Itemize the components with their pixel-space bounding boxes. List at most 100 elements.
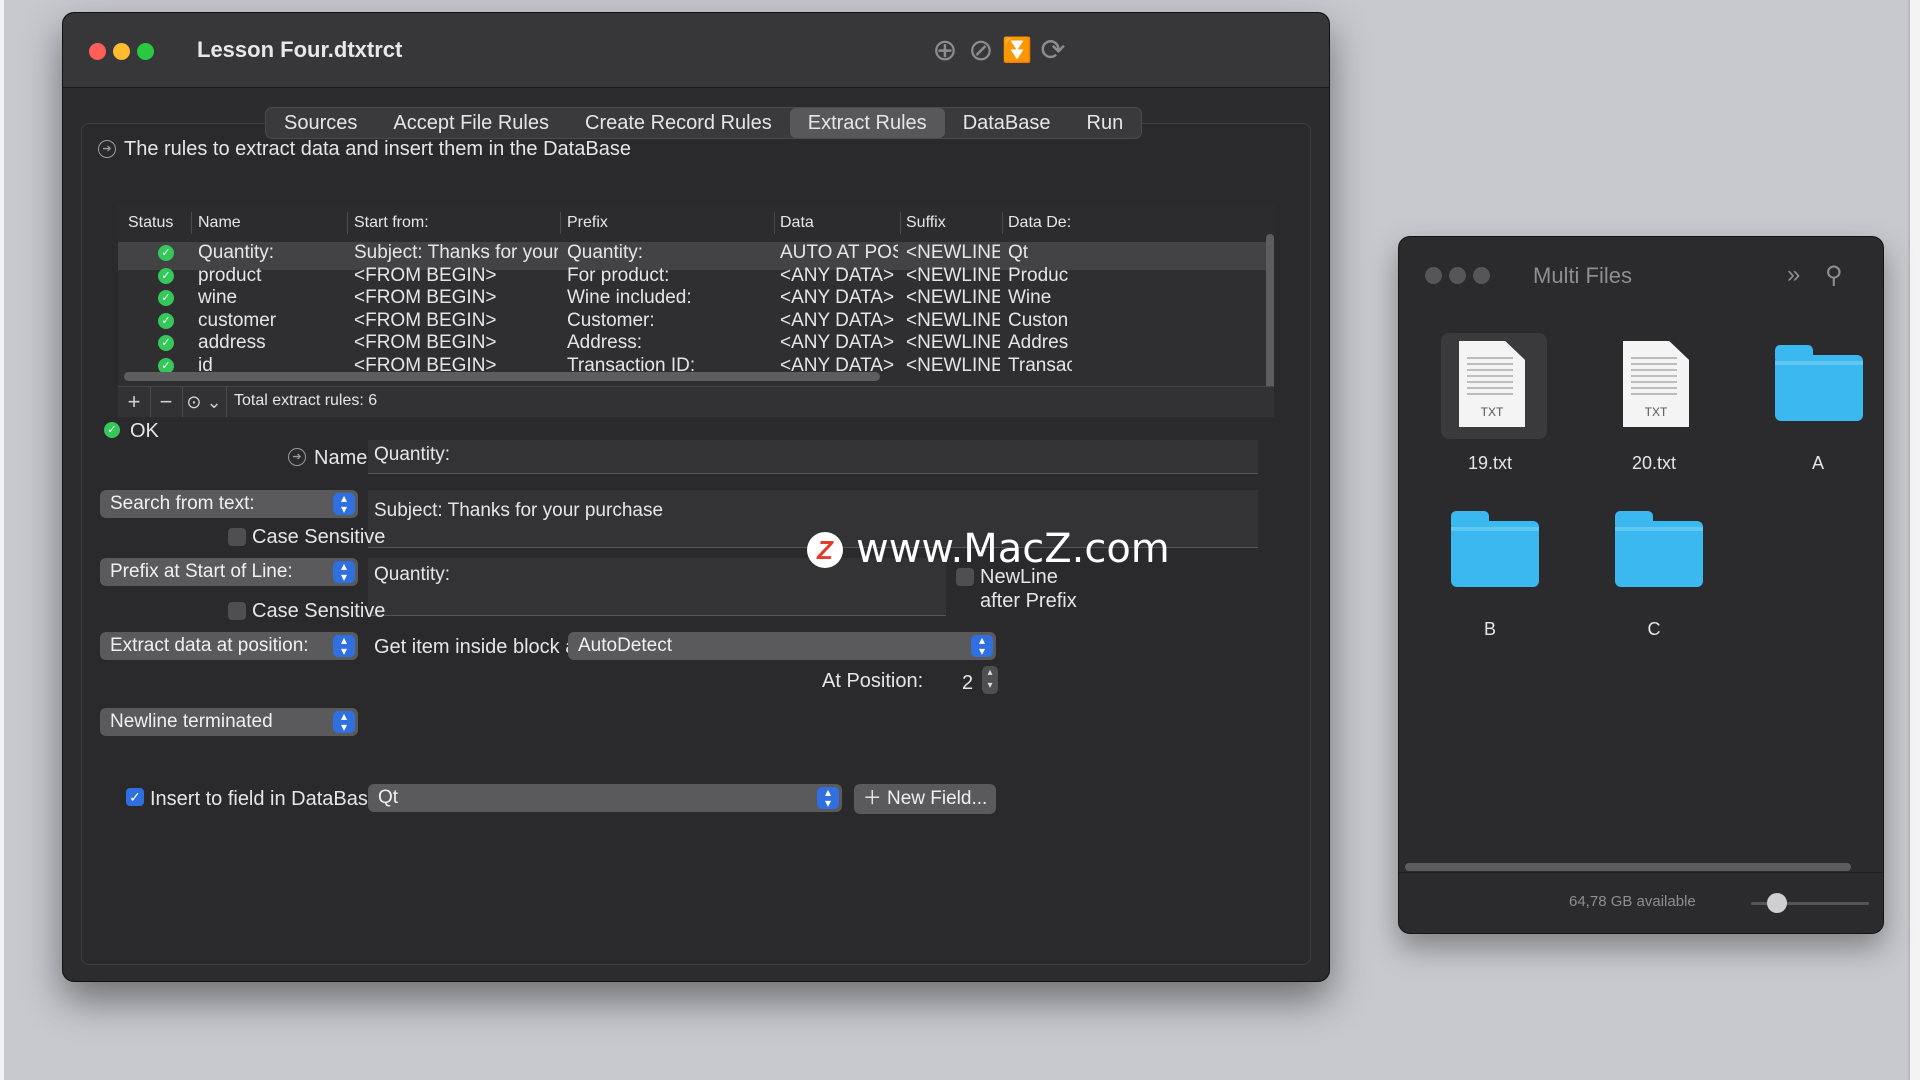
- tab-accept-file-rules[interactable]: Accept File Rules: [375, 108, 567, 138]
- cell-suffix: <NEWLINE>: [906, 242, 1000, 263]
- folder-name: B: [1483, 619, 1496, 639]
- ok-status-icon: ✓: [104, 422, 120, 438]
- cell-start: Subject: Thanks for your p...: [354, 242, 558, 263]
- cell-dest: Wine: [1008, 287, 1052, 309]
- get-item-popup[interactable]: AutoDetect ▴ ▾: [568, 632, 996, 660]
- cell-dest: Transac: [1008, 355, 1072, 376]
- cell-name: Quantity:: [198, 242, 275, 263]
- get-item-label: Get item inside block as:: [374, 636, 592, 658]
- tab-bar: Sources Accept File Rules Create Record …: [265, 107, 1143, 139]
- ok-status-icon: ✓: [158, 267, 174, 284]
- chevron-double-right-icon[interactable]: »: [1787, 261, 1800, 289]
- refresh-icon[interactable]: ⟳: [1037, 35, 1069, 67]
- finder-zoom-button[interactable]: [1473, 267, 1490, 284]
- insert-to-db-label: Insert to field in DataBase:: [150, 788, 385, 810]
- case-sensitive-checkbox-2[interactable]: [228, 602, 246, 620]
- insert-to-db-checkbox[interactable]: ✓: [126, 788, 144, 806]
- cell-name: wine: [198, 287, 238, 309]
- col-prefix[interactable]: Prefix: [567, 214, 608, 232]
- search-from-label: Search from text:: [110, 493, 255, 514]
- tab-database[interactable]: DataBase: [945, 108, 1069, 138]
- search-from-popup[interactable]: Search from text: ▴ ▾: [100, 490, 358, 518]
- block-icon[interactable]: ⊘: [965, 35, 997, 67]
- cell-prefix: Wine included:: [567, 287, 692, 309]
- tab-extract-rules[interactable]: Extract Rules: [789, 108, 945, 138]
- terminator-popup[interactable]: Newline terminated ▴ ▾: [100, 708, 358, 736]
- cell-name: address: [198, 332, 266, 354]
- cell-dest: Addres: [1008, 332, 1069, 354]
- tab-create-record-rules[interactable]: Create Record Rules: [567, 108, 790, 138]
- cell-suffix: <NEWLINE>: [906, 355, 1000, 376]
- folder-icon: [1775, 345, 1863, 421]
- main-window: Lesson Four.dtxtrct ⊕ ⊘ ⏬ ⟳ ➔ The rules …: [62, 12, 1330, 982]
- tab-sources[interactable]: Sources: [266, 108, 375, 138]
- cell-prefix: For product:: [567, 264, 670, 286]
- remove-rule-button[interactable]: −: [150, 387, 183, 417]
- search-icon[interactable]: ⚲: [1825, 261, 1843, 290]
- folder-icon: [1451, 511, 1539, 587]
- cell-prefix: Customer:: [567, 309, 655, 331]
- finder-close-button[interactable]: [1425, 267, 1442, 284]
- more-options-icon[interactable]: ⊙ ⌄: [182, 387, 227, 417]
- info-arrow-icon: ➔: [98, 140, 116, 158]
- new-field-button[interactable]: ＋ New Field...: [854, 784, 996, 814]
- terminator-label: Newline terminated: [110, 711, 273, 732]
- finder-status-bar: 64,78 GB available: [1399, 872, 1883, 933]
- at-position-value[interactable]: 2: [962, 672, 973, 695]
- funnel-icon[interactable]: ⏬: [1001, 35, 1033, 67]
- cell-data: <ANY DATA>: [780, 264, 895, 286]
- finder-title: Multi Files: [1533, 263, 1633, 288]
- name-info-icon: ➔: [288, 448, 306, 466]
- ok-status-icon: ✓: [158, 312, 174, 329]
- cell-prefix: Quantity:: [567, 242, 644, 263]
- cell-suffix: <NEWLINE>: [906, 264, 1000, 286]
- cell-suffix: <NEWLINE>: [906, 309, 1000, 331]
- col-start[interactable]: Start from:: [354, 214, 429, 232]
- prefix-popup-label: Prefix at Start of Line:: [110, 561, 293, 582]
- chevron-updown-icon: ▴ ▾: [333, 710, 355, 733]
- cell-dest: Produc: [1008, 264, 1069, 286]
- tab-run[interactable]: Run: [1069, 108, 1142, 138]
- col-data-dest[interactable]: Data De:: [1008, 214, 1071, 232]
- zoom-button[interactable]: [137, 43, 154, 60]
- chevron-updown-icon: ▴ ▾: [333, 634, 355, 657]
- name-field[interactable]: Quantity:: [368, 440, 1258, 474]
- at-position-label: At Position:: [822, 670, 924, 692]
- folder-name: A: [1811, 453, 1824, 473]
- finder-scrollbar[interactable]: [1405, 863, 1851, 871]
- col-suffix[interactable]: Suffix: [906, 214, 946, 232]
- table-vertical-scrollbar[interactable]: [1266, 234, 1274, 394]
- col-data[interactable]: Data: [780, 214, 814, 232]
- prefix-popup[interactable]: Prefix at Start of Line: ▴ ▾: [100, 558, 358, 586]
- chevron-updown-icon: ▴ ▾: [333, 560, 355, 583]
- db-field-value: Qt: [378, 787, 399, 808]
- close-button[interactable]: [89, 43, 106, 60]
- watermark-logo: Z: [807, 532, 843, 568]
- cell-start: <FROM BEGIN>: [354, 264, 497, 286]
- get-item-value: AutoDetect: [578, 635, 672, 656]
- col-status[interactable]: Status: [128, 214, 173, 232]
- cell-suffix: <NEWLINE>: [906, 332, 1000, 354]
- cell-data: <ANY DATA>: [780, 309, 895, 331]
- cell-dest: Qt: [1008, 242, 1029, 263]
- col-name[interactable]: Name: [198, 214, 241, 232]
- db-field-popup[interactable]: Qt ▴ ▾: [368, 784, 842, 812]
- minimize-button[interactable]: [113, 43, 130, 60]
- new-field-label: New Field...: [886, 788, 988, 809]
- table-horizontal-scrollbar[interactable]: [124, 372, 880, 381]
- cell-name: customer: [198, 309, 277, 331]
- add-circle-icon[interactable]: ⊕: [929, 35, 961, 67]
- extract-position-popup[interactable]: Extract data at position: ▴ ▾: [100, 632, 358, 660]
- add-rule-button[interactable]: +: [118, 387, 151, 417]
- cell-dest: Custon: [1008, 309, 1069, 331]
- txt-file-icon: TXT: [1623, 341, 1689, 427]
- chevron-updown-icon: ▴ ▾: [971, 634, 993, 657]
- position-stepper[interactable]: ▴ ▾: [982, 666, 998, 694]
- folder-icon: [1615, 511, 1703, 587]
- zoom-slider-knob[interactable]: [1767, 893, 1787, 913]
- cell-start: <FROM BEGIN>: [354, 309, 497, 331]
- finder-minimize-button[interactable]: [1449, 267, 1466, 284]
- extract-popup-label: Extract data at position:: [110, 635, 309, 656]
- case-sensitive-checkbox-1[interactable]: [228, 528, 246, 546]
- cell-start: <FROM BEGIN>: [354, 332, 497, 354]
